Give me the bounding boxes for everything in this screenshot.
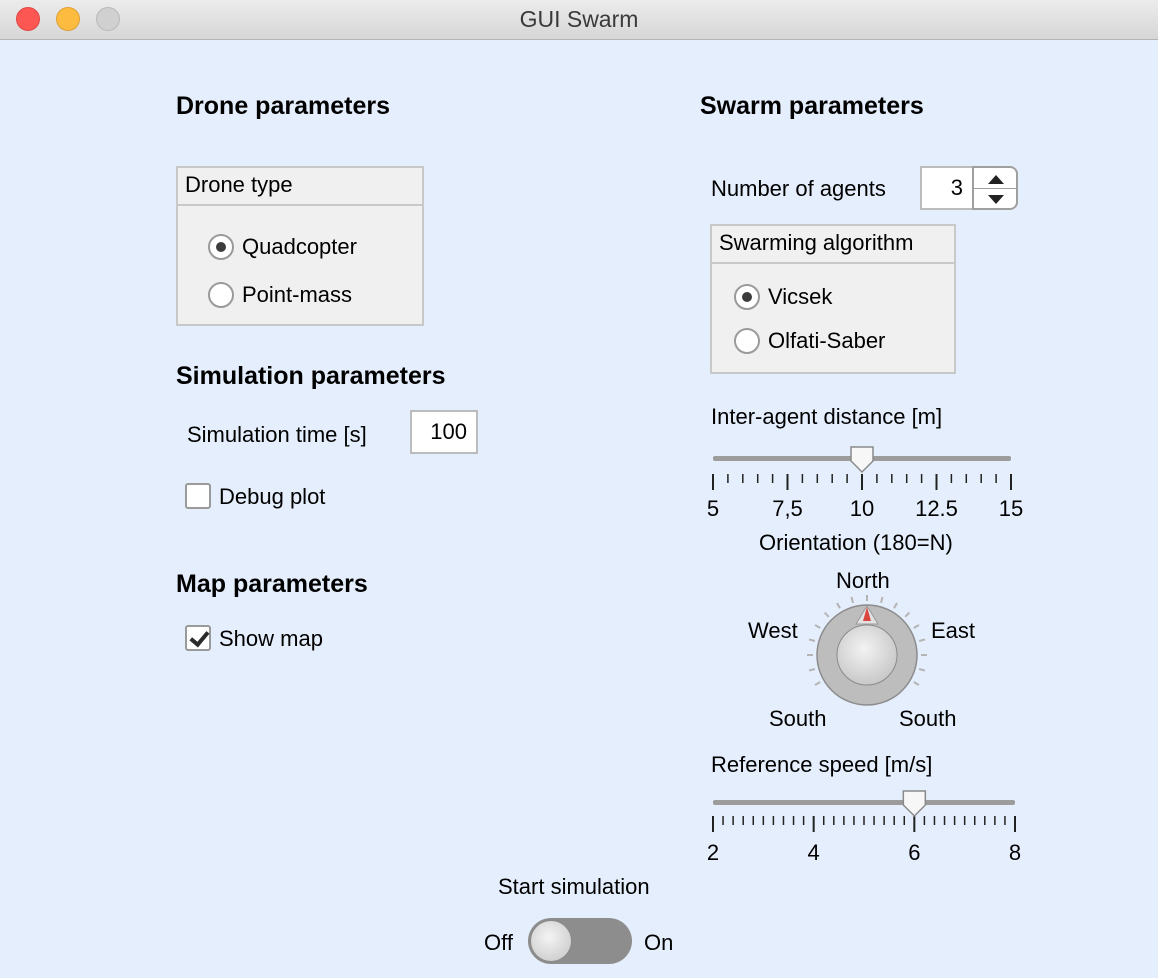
slider-ticks (712, 816, 1016, 832)
orientation-knob[interactable] (797, 590, 937, 720)
knob-tick (814, 681, 821, 686)
tick-label: 2 (707, 840, 719, 865)
knob-tick (836, 602, 841, 609)
swarming-algorithm-title: Swarming algorithm (712, 226, 954, 264)
simulation-time-field[interactable]: 100 (410, 410, 478, 454)
show-map-checkbox[interactable] (185, 625, 211, 651)
app-window: GUI Swarm Drone parameters Drone type Qu… (0, 0, 1158, 978)
stepper-divider (974, 188, 1016, 189)
vicsek-radio[interactable] (734, 284, 760, 310)
vicsek-label[interactable]: Vicsek (768, 284, 832, 310)
knob-tick (823, 611, 830, 618)
olfati-saber-label[interactable]: Olfati-Saber (768, 328, 885, 354)
toggle-off-label: Off (484, 930, 513, 955)
increment-arrow-icon[interactable] (987, 174, 1005, 184)
quadcopter-radio[interactable] (208, 234, 234, 260)
inter-agent-distance-slider[interactable]: 5 7,5 10 12.5 15 (700, 440, 1040, 521)
agents-stepper[interactable] (972, 166, 1018, 210)
debug-plot-checkbox[interactable] (185, 483, 211, 509)
slider-thumb[interactable] (850, 446, 874, 474)
inter-agent-distance-label: Inter-agent distance [m] (711, 404, 943, 429)
map-parameters-heading: Map parameters (176, 570, 368, 598)
knob-tick (913, 624, 920, 629)
knob-tick (808, 668, 816, 672)
simulation-time-label: Simulation time [s] (187, 422, 367, 447)
knob-tick (913, 681, 920, 686)
simulation-parameters-heading: Simulation parameters (176, 362, 446, 390)
debug-plot-label[interactable]: Debug plot (219, 484, 325, 510)
reference-speed-label: Reference speed [m/s] (711, 752, 933, 777)
knob-tick (880, 596, 884, 604)
orientation-label: Orientation (180=N) (759, 530, 953, 555)
tick-label: 8 (1009, 840, 1021, 865)
point-mass-label[interactable]: Point-mass (242, 282, 352, 308)
title-bar: GUI Swarm (0, 0, 1158, 40)
drone-parameters-heading: Drone parameters (176, 92, 390, 120)
knob-label-east: East (931, 618, 976, 643)
slider-tick-labels: 5 7,5 10 12.5 15 (707, 496, 1023, 521)
slider-track (713, 800, 1015, 805)
knob-tick (918, 638, 926, 642)
knob-tick (893, 602, 898, 609)
tick-label: 6 (908, 840, 920, 865)
tick-label: 10 (850, 496, 874, 521)
window-title: GUI Swarm (519, 6, 639, 32)
decrement-arrow-icon[interactable] (987, 195, 1005, 205)
number-of-agents-label: Number of agents (711, 176, 886, 201)
toggle-on-label: On (644, 930, 674, 955)
reference-speed-slider[interactable]: 2 4 6 8 (700, 786, 1040, 866)
tick-label: 4 (808, 840, 820, 865)
knob-tick (814, 624, 821, 629)
drone-type-panel: Drone type Quadcopter Point-mass (176, 166, 424, 326)
slider-thumb[interactable] (902, 790, 927, 818)
tick-label: 15 (999, 496, 1023, 521)
knob-cap[interactable] (836, 624, 898, 686)
knob-tick (808, 638, 816, 642)
tick-label: 12.5 (915, 496, 958, 521)
swarm-parameters-heading: Swarm parameters (700, 92, 924, 120)
start-simulation-switch[interactable] (528, 918, 632, 964)
show-map-label[interactable]: Show map (219, 626, 323, 652)
quadcopter-label[interactable]: Quadcopter (242, 234, 357, 260)
knob-label-west: West (748, 618, 798, 643)
switch-knob[interactable] (530, 920, 572, 962)
drone-type-title: Drone type (178, 168, 422, 206)
swarming-algorithm-panel: Swarming algorithm Vicsek Olfati-Saber (710, 224, 956, 374)
knob-tick (918, 668, 926, 672)
slider-ticks (712, 474, 1012, 490)
point-mass-radio[interactable] (208, 282, 234, 308)
start-simulation-label: Start simulation (498, 874, 650, 899)
slider-tick-labels: 2 4 6 8 (707, 840, 1021, 865)
tick-label: 7,5 (772, 496, 803, 521)
knob-tick (850, 596, 854, 604)
tick-label: 5 (707, 496, 719, 521)
knob-tick (904, 611, 911, 618)
number-of-agents-field[interactable]: 3 (920, 166, 974, 210)
olfati-saber-radio[interactable] (734, 328, 760, 354)
